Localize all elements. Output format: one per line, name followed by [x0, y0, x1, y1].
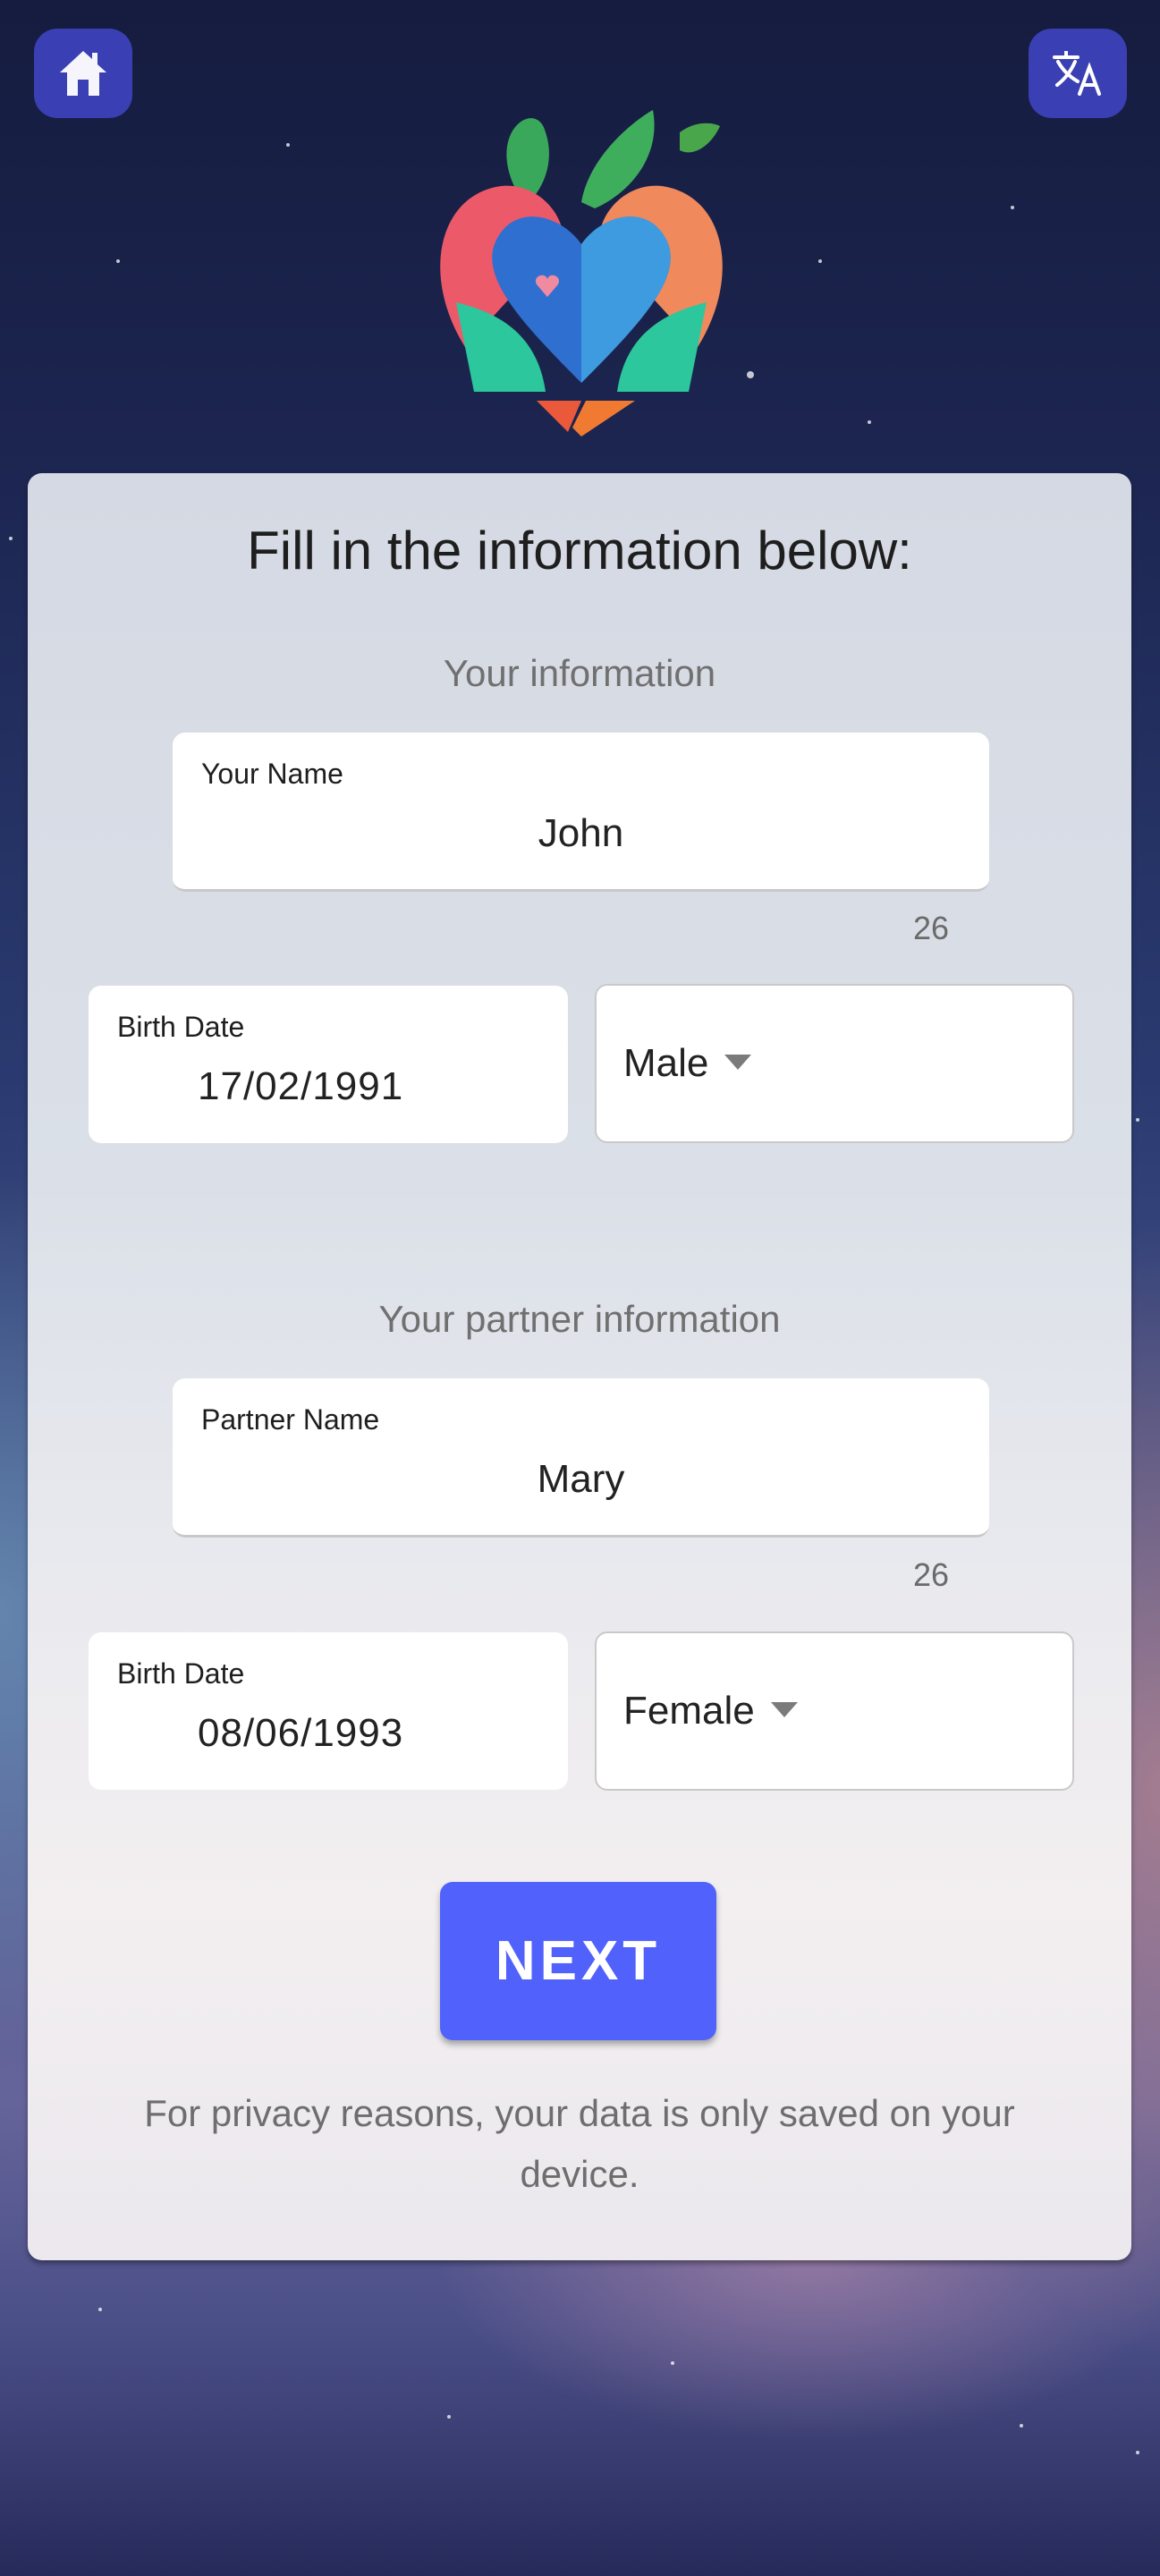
your-birth-date-label: Birth Date [117, 1011, 245, 1043]
partner-name-label: Partner Name [201, 1403, 380, 1436]
leaf-small [680, 123, 720, 153]
translate-icon [1053, 51, 1101, 96]
your-gender-text: Male [623, 1041, 709, 1085]
your-name-label: Your Name [201, 758, 343, 790]
home-button[interactable] [34, 29, 132, 118]
info-form-card: Fill in the information below: Your info… [28, 473, 1131, 2260]
partner-birth-date-label: Birth Date [117, 1657, 245, 1690]
partner-birth-date-value: 08/06/1993 [198, 1711, 404, 1755]
your-birth-date-value: 17/02/1991 [198, 1064, 404, 1108]
home-icon [60, 51, 106, 96]
partner-name-input[interactable]: Partner Name Mary [173, 1378, 989, 1538]
your-gender-value: Male [623, 1041, 752, 1086]
your-name-char-counter: 26 [913, 910, 950, 946]
chevron-down-icon [724, 1054, 752, 1070]
your-gender-select[interactable]: Male [595, 984, 1074, 1143]
your-birth-date-input[interactable]: Birth Date 17/02/1991 [89, 986, 568, 1143]
chevron-down-icon [770, 1701, 798, 1717]
partner-name-value: Mary [537, 1457, 625, 1501]
next-button[interactable]: NEXT [440, 1882, 716, 2040]
partner-gender-value: Female [623, 1689, 798, 1733]
partner-birth-date-input[interactable]: Birth Date 08/06/1993 [89, 1632, 568, 1790]
language-button[interactable] [1029, 29, 1127, 118]
partner-info-heading: Your partner information [378, 1298, 781, 1340]
privacy-note: For privacy reasons, your data is only s… [144, 2092, 1015, 2195]
partner-gender-text: Female [623, 1689, 755, 1733]
your-info-heading: Your information [443, 652, 716, 694]
page-title: Fill in the information below: [247, 521, 912, 580]
your-name-input[interactable]: Your Name John [173, 733, 989, 892]
your-name-value: John [538, 811, 624, 855]
partner-gender-select[interactable]: Female [595, 1631, 1074, 1791]
partner-name-char-counter: 26 [913, 1556, 950, 1593]
heart-leaves-logo [440, 110, 723, 436]
